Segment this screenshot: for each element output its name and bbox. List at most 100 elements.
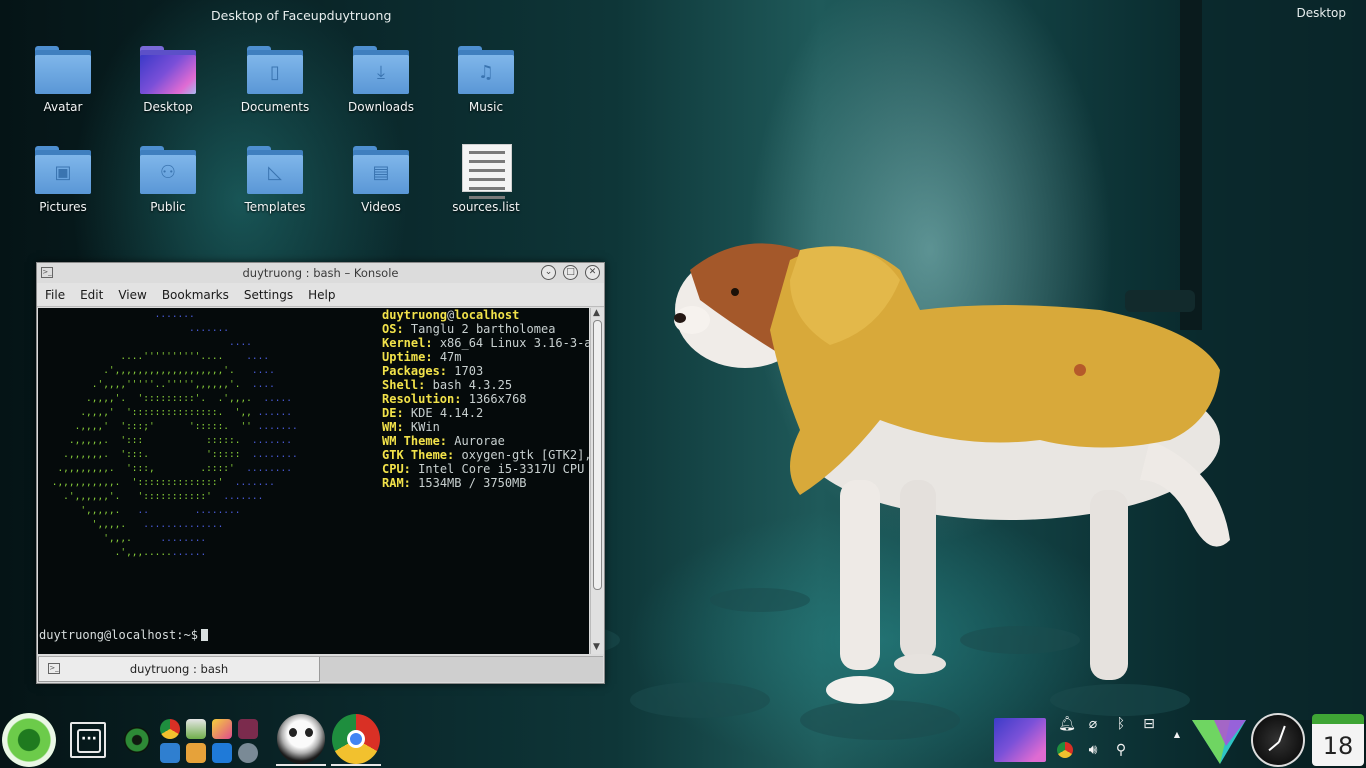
info-line: Shell: bash 4.3.25 (382, 378, 513, 392)
icon-label: Avatar (43, 100, 83, 114)
info-line: DE: KDE 4.14.2 (382, 406, 484, 420)
text-cursor (200, 629, 208, 641)
minimize-icon[interactable]: ⌄ (541, 265, 556, 280)
bottom-panel: ··· 🔔︎ ⌀ ᛒ ⊟ 🔊︎ ⚲ ▲ 18 (0, 712, 1366, 768)
volume-icon[interactable]: 🔊︎ (1083, 742, 1103, 758)
system-info: duytruong@localhost OS: Tanglu 2 barthol… (382, 308, 589, 490)
info-line: WM Theme: Aurorae (382, 434, 505, 448)
konsole-window[interactable]: >_ duytruong : bash – Konsole ⌄ □ ✕ File… (36, 262, 605, 684)
kickoff-launcher-icon[interactable] (2, 713, 56, 767)
desktop-icon-pictures[interactable]: ▣ Pictures (15, 140, 111, 214)
media-player-icon[interactable] (1190, 716, 1248, 766)
info-line: Resolution: 1366x768 (382, 392, 527, 406)
media-icon[interactable] (238, 719, 258, 739)
desktop-icon-templates[interactable]: ◺ Templates (227, 140, 323, 214)
info-line: RAM: 1534MB / 3750MB (382, 476, 527, 490)
scrollbar-thumb[interactable] (593, 320, 602, 590)
info-line: Uptime: 47m (382, 350, 462, 364)
notifications-icon[interactable]: 🔔︎ (1057, 716, 1077, 732)
tab-bar: >_ duytruong : bash (38, 656, 603, 682)
icon-label: Pictures (39, 200, 87, 214)
finder-icon[interactable] (160, 743, 180, 763)
scroll-up-icon[interactable]: ▲ (593, 308, 600, 318)
tab-label: duytruong : bash (129, 662, 229, 676)
desktop-toolbox-label[interactable]: Desktop (1297, 6, 1347, 20)
distro-ascii-logo: ....... ....... .... ....''''''''''.... … (46, 309, 298, 558)
terminal-scrollbar[interactable]: ▲ ▼ (590, 308, 604, 654)
pictures-folder-icon: ▣ (35, 146, 91, 194)
folderview-title: Desktop of Faceupduytruong (211, 8, 392, 23)
window-titlebar[interactable]: >_ duytruong : bash – Konsole ⌄ □ ✕ (37, 263, 604, 283)
public-folder-icon: ⚇ (140, 146, 196, 194)
folder-icon (35, 46, 91, 94)
menu-edit[interactable]: Edit (72, 283, 110, 302)
terminal-area[interactable]: ....... ....... .... ....''''''''''.... … (38, 308, 589, 654)
icon-label: Downloads (348, 100, 414, 114)
activities-icon[interactable]: ··· (70, 722, 106, 758)
desktop-icon-public[interactable]: ⚇ Public (120, 140, 216, 214)
menu-bookmarks[interactable]: Bookmarks (154, 283, 236, 302)
desktop-folder-icon (140, 46, 196, 94)
templates-folder-icon: ◺ (247, 146, 303, 194)
app-launcher-icon[interactable] (124, 727, 150, 753)
icon-label: Desktop (143, 100, 193, 114)
info-line: OS: Tanglu 2 bartholomea (382, 322, 556, 336)
info-line: CPU: Intel Core i5-3317U CPU (382, 462, 585, 476)
desktop-icon-videos[interactable]: ▤ Videos (333, 140, 429, 214)
icon-label: Videos (361, 200, 401, 214)
window-title: duytruong : bash – Konsole (242, 266, 399, 280)
info-line: WM: KWin (382, 420, 440, 434)
desktop-icon-desktop[interactable]: Desktop (120, 40, 216, 114)
game-icon[interactable] (186, 743, 206, 763)
desktop-icon-music[interactable]: ♫ Music (438, 40, 534, 114)
file-manager-icon[interactable] (186, 719, 206, 739)
menu-file[interactable]: File (37, 283, 72, 302)
icon-label: sources.list (452, 200, 520, 214)
skull-app-icon[interactable] (277, 714, 325, 764)
menu-view[interactable]: View (110, 283, 153, 302)
settings-icon[interactable] (238, 743, 258, 763)
menu-help[interactable]: Help (300, 283, 342, 302)
icon-label: Music (468, 100, 504, 114)
store-icon[interactable] (212, 743, 232, 763)
tray-expand-icon[interactable]: ▲ (1167, 730, 1187, 739)
icon-label: Public (150, 200, 186, 214)
tab-bash[interactable]: >_ duytruong : bash (38, 657, 320, 682)
menu-settings[interactable]: Settings (236, 283, 300, 302)
shell-prompt[interactable]: duytruong@localhost:~$ (39, 628, 208, 642)
chrome-tray-icon[interactable] (1057, 742, 1073, 758)
videos-folder-icon: ▤ (353, 146, 409, 194)
usb-icon[interactable]: ⚲ (1111, 742, 1131, 758)
desktop-icon-sources-list[interactable]: sources.list (438, 140, 534, 214)
chrome-icon[interactable] (332, 714, 380, 764)
photo-viewer-icon[interactable] (212, 719, 232, 739)
desktop-icon-documents[interactable]: ▯ Documents (227, 40, 323, 114)
dog-illustration (674, 243, 1230, 704)
bluetooth-icon[interactable]: ᛒ (1111, 716, 1131, 732)
icon-label: Documents (240, 100, 310, 114)
network-icon[interactable]: ⊟ (1139, 716, 1159, 732)
desktop-folder-tray-icon[interactable] (994, 718, 1046, 762)
downloads-folder-icon: ⤓ (353, 46, 409, 94)
attachment-icon[interactable]: ⌀ (1083, 716, 1103, 732)
info-line: Kernel: x86_64 Linux 3.16-3-a (382, 336, 589, 350)
quick-launch (124, 715, 272, 767)
scroll-down-icon[interactable]: ▼ (593, 642, 600, 652)
text-file-icon (462, 144, 512, 199)
music-folder-icon: ♫ (458, 46, 514, 94)
info-line: GTK Theme: oxygen-gtk [GTK2], (382, 448, 589, 462)
analog-clock-icon[interactable] (1251, 713, 1305, 767)
task-indicator (331, 764, 381, 766)
info-header: duytruong@localhost (382, 308, 520, 322)
desktop-icon-downloads[interactable]: ⤓ Downloads (333, 40, 429, 114)
menu-bar: File Edit View Bookmarks Settings Help (37, 283, 604, 307)
desktop-icon-avatar[interactable]: Avatar (15, 40, 111, 114)
calendar-icon[interactable]: 18 (1312, 714, 1364, 766)
info-line: Packages: 1703 (382, 364, 484, 378)
maximize-icon[interactable]: □ (563, 265, 578, 280)
icon-label: Templates (244, 200, 306, 214)
chromium-icon[interactable] (160, 719, 180, 739)
documents-folder-icon: ▯ (247, 46, 303, 94)
calendar-day: 18 (1322, 732, 1354, 760)
close-icon[interactable]: ✕ (585, 265, 600, 280)
